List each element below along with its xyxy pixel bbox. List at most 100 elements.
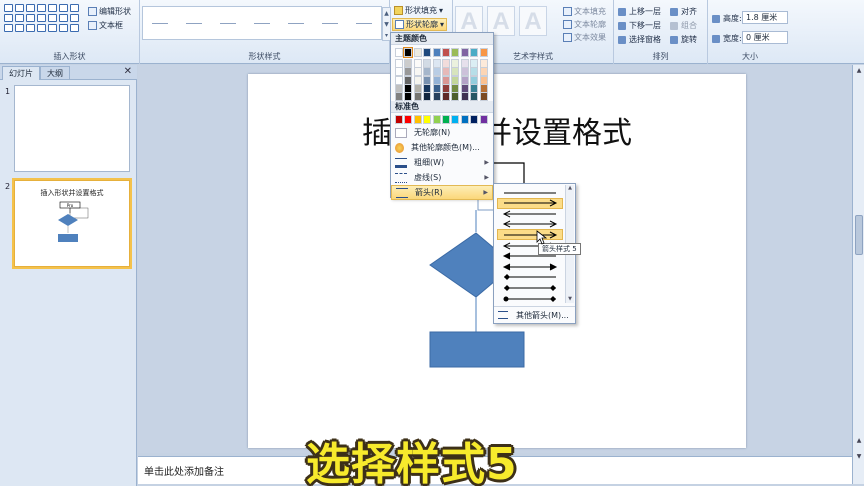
slide-number-2: 2 <box>5 182 11 191</box>
color-swatch[interactable] <box>432 48 441 57</box>
more-arrows-item[interactable]: 其他箭头(M)... <box>494 306 575 323</box>
color-swatch[interactable] <box>460 92 469 101</box>
width-input[interactable]: 0 厘米 <box>742 31 788 44</box>
standard-color-swatch[interactable] <box>432 115 441 124</box>
color-swatch[interactable] <box>442 48 450 57</box>
prev-slide-icon[interactable]: ▲ <box>854 437 864 444</box>
shape-style-gallery[interactable]: ▲ ▼ ▾ <box>142 6 391 41</box>
wordart-style-3[interactable]: A <box>519 6 547 36</box>
color-swatch[interactable] <box>470 92 479 101</box>
group-label-insert-shapes: 插入形状 <box>53 52 86 61</box>
standard-color-swatch[interactable] <box>413 115 422 124</box>
text-effects-button[interactable]: 文本效果 <box>563 32 606 43</box>
width-label: 宽度: <box>712 33 742 44</box>
send-backward-button[interactable]: 下移一层 <box>618 20 661 31</box>
selection-pane-button[interactable]: 选择窗格 <box>618 34 661 45</box>
group-icon <box>670 21 678 30</box>
standard-color-swatch[interactable] <box>423 115 432 124</box>
arrow-style-option[interactable] <box>497 229 563 241</box>
arrow-style-option[interactable] <box>497 272 563 283</box>
shape-fill-button[interactable]: 形状填充 ▾ <box>394 5 443 16</box>
color-swatch[interactable] <box>423 92 432 101</box>
scroll-up-icon[interactable]: ▲ <box>566 185 574 191</box>
color-swatch[interactable] <box>451 92 460 101</box>
align-button[interactable]: 对齐 <box>670 6 697 17</box>
shapes-gallery[interactable] <box>4 4 82 32</box>
arrow-style-option[interactable] <box>497 261 563 272</box>
dashes-item[interactable]: 虚线(S) ▶ <box>391 170 493 185</box>
tab-outline[interactable]: 大纲 <box>40 66 70 80</box>
edit-shape-button[interactable]: 编辑形状 <box>88 6 131 17</box>
group-shape-styles: ▲ ▼ ▾ 形状样式 <box>140 0 391 64</box>
color-swatch[interactable] <box>413 48 422 57</box>
arrow-style-option[interactable] <box>497 187 563 198</box>
color-swatch[interactable] <box>395 92 403 101</box>
more-colors-item[interactable]: 其他轮廓颜色(M)... <box>391 140 493 155</box>
scroll-down-icon[interactable]: ▼ <box>566 296 574 302</box>
arrow-style-option[interactable] <box>497 208 563 219</box>
bring-forward-button[interactable]: 上移一层 <box>618 6 661 17</box>
edit-shape-icon <box>88 7 97 16</box>
text-box-button[interactable]: 文本框 <box>88 20 123 31</box>
standard-colors-header: 标准色 <box>391 101 493 113</box>
color-swatch[interactable] <box>423 48 432 57</box>
close-icon[interactable]: ✕ <box>124 66 132 77</box>
no-outline-icon <box>395 127 407 138</box>
standard-color-swatch[interactable] <box>442 115 450 124</box>
color-swatch[interactable] <box>404 92 413 101</box>
arrows-item[interactable]: 箭头(R) ▶ <box>391 185 493 200</box>
dash-icon <box>395 172 407 183</box>
height-icon <box>712 14 720 23</box>
shape-outline-menu: 主题颜色 标准色 无轮廓(N) 其他轮廓颜色(M)... 粗细(W) ▶ 虚线(S… <box>390 32 497 200</box>
text-outline-icon <box>563 20 572 29</box>
standard-color-swatch[interactable] <box>479 115 488 124</box>
submenu-arrow-icon: ▶ <box>484 159 489 166</box>
standard-color-swatch[interactable] <box>404 115 413 124</box>
vertical-scrollbar[interactable]: ▲ ▲ ▼ <box>852 65 864 484</box>
color-swatch[interactable] <box>479 48 488 57</box>
standard-color-swatch[interactable] <box>470 115 479 124</box>
group-button[interactable]: 组合 <box>670 20 697 31</box>
weight-item[interactable]: 粗细(W) ▶ <box>391 155 493 170</box>
text-outline-button[interactable]: 文本轮廓 <box>563 19 606 30</box>
slide-thumbnail-2[interactable]: 插入形状并设置格式 Pro <box>12 178 132 269</box>
arrow-style-option[interactable] <box>497 293 563 304</box>
color-swatch[interactable] <box>460 48 469 57</box>
scroll-up-icon[interactable]: ▲ <box>854 67 864 74</box>
panel-tabs: 幻灯片 大纲 ✕ <box>0 65 137 80</box>
selection-pane-icon <box>618 35 626 44</box>
slide-thumbnail-1[interactable] <box>14 85 130 172</box>
color-swatch[interactable] <box>432 92 441 101</box>
standard-color-swatch[interactable] <box>451 115 460 124</box>
color-swatch[interactable] <box>479 92 488 101</box>
color-swatch[interactable] <box>395 48 403 57</box>
slide-number-1: 1 <box>5 87 11 96</box>
standard-color-swatch[interactable] <box>460 115 469 124</box>
group-label-shape-styles: 形状样式 <box>248 52 281 61</box>
color-swatch[interactable] <box>442 92 450 101</box>
submenu-arrow-icon: ▶ <box>484 174 489 181</box>
standard-color-swatch[interactable] <box>395 115 403 124</box>
color-swatch[interactable] <box>413 92 422 101</box>
shape-outline-button[interactable]: 形状轮廓 ▾ <box>392 18 448 31</box>
next-slide-icon[interactable]: ▼ <box>854 453 864 460</box>
width-icon <box>712 34 720 43</box>
theme-color-palette[interactable] <box>395 47 489 101</box>
color-swatch[interactable] <box>451 48 460 57</box>
arrow-settings-icon <box>498 311 508 319</box>
arrow-style-option[interactable] <box>497 197 563 209</box>
group-arrange: 上移一层 下移一层 选择窗格 对齐 组合 旋转 排列 <box>614 0 708 64</box>
group-insert-shapes: 编辑形状 文本框 插入形状 <box>0 0 140 64</box>
standard-color-row[interactable] <box>395 115 497 125</box>
arrow-style-option[interactable] <box>497 219 563 230</box>
tab-slides[interactable]: 幻灯片 <box>2 66 40 80</box>
no-outline-item[interactable]: 无轮廓(N) <box>391 125 493 140</box>
rotate-button[interactable]: 旋转 <box>670 34 697 45</box>
color-swatch[interactable] <box>470 48 479 57</box>
group-size: 高度: 1.8 厘米 宽度: 0 厘米 大小 <box>708 0 792 64</box>
height-input[interactable]: 1.8 厘米 <box>742 11 788 24</box>
text-fill-button[interactable]: 文本填充 <box>563 6 606 17</box>
arrow-style-option[interactable] <box>497 282 563 293</box>
scrollbar-thumb[interactable] <box>855 215 863 255</box>
color-swatch[interactable] <box>403 47 414 58</box>
